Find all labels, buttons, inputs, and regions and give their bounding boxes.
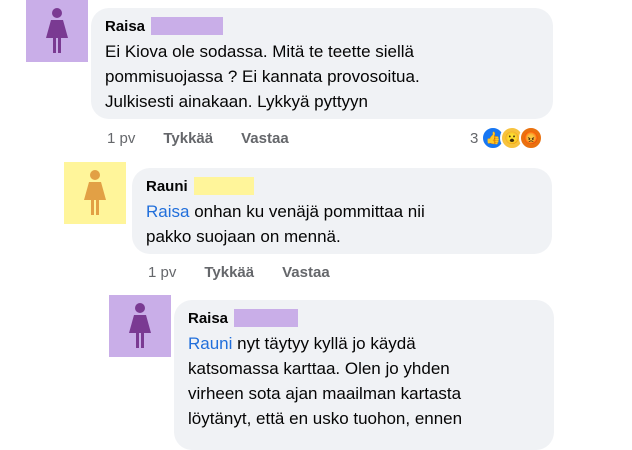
comment-time[interactable]: 1 pv	[107, 130, 135, 147]
reply-button[interactable]: Vastaa	[241, 130, 289, 147]
comment-author[interactable]: Raisa	[105, 18, 145, 35]
comment-author[interactable]: Rauni	[146, 178, 188, 195]
comment-actions: 1 pv Tykkää Vastaa	[148, 264, 358, 281]
angry-reaction-icon: 😡	[519, 126, 544, 150]
reply-button[interactable]: Vastaa	[282, 264, 330, 281]
avatar-raisa[interactable]	[109, 295, 171, 357]
comment-bubble: Raisa Ei Kiova ole sodassa. Mitä te teet…	[91, 8, 553, 119]
mention-link[interactable]: Raisa	[146, 202, 189, 221]
avatar-raisa[interactable]	[26, 0, 88, 62]
female-person-icon	[84, 170, 106, 215]
comment-text: Raisa onhan ku venäjä pommittaa nii pakk…	[146, 199, 538, 249]
reply-bubble: Rauni Raisa onhan ku venäjä pommittaa ni…	[132, 168, 552, 254]
female-person-icon	[129, 303, 151, 348]
comment-text: Rauni nyt täytyy kyllä jo käydä katsomas…	[188, 331, 540, 431]
comment-time[interactable]: 1 pv	[148, 264, 176, 281]
reaction-summary[interactable]: 3 👍 😮 😡	[470, 126, 544, 150]
redacted-surname	[193, 177, 254, 195]
like-button[interactable]: Tykkää	[163, 130, 213, 147]
female-person-icon	[46, 8, 68, 53]
redacted-surname	[151, 17, 224, 35]
comment-author[interactable]: Raisa	[188, 310, 228, 327]
avatar-rauni[interactable]	[64, 162, 126, 224]
reaction-count: 3	[470, 129, 479, 147]
comment-actions: 1 pv Tykkää Vastaa	[107, 130, 317, 147]
redacted-surname	[234, 309, 299, 327]
reply-bubble: Raisa Rauni nyt täytyy kyllä jo käydä ka…	[174, 300, 554, 450]
comment-text: Ei Kiova ole sodassa. Mitä te teette sie…	[105, 42, 420, 111]
mention-link[interactable]: Rauni	[188, 334, 232, 353]
like-button[interactable]: Tykkää	[204, 264, 254, 281]
